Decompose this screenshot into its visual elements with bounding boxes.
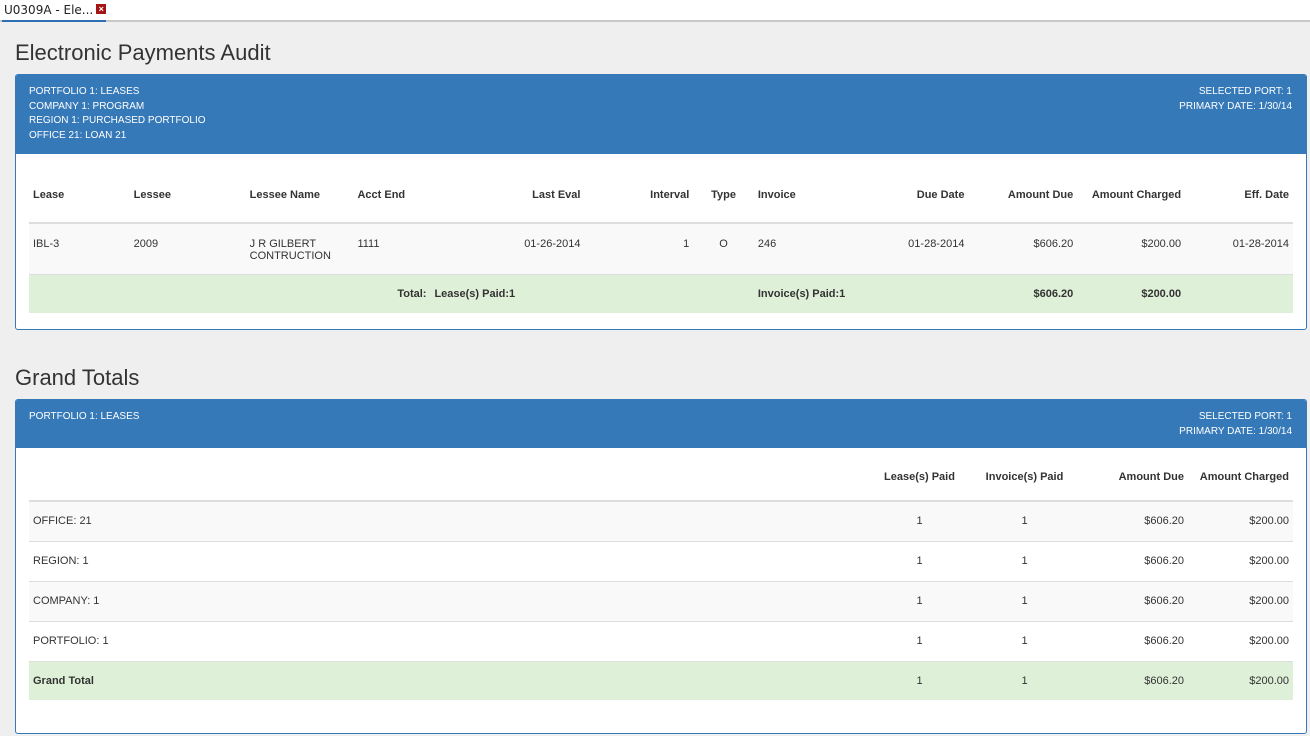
cell-leases-paid: 1: [867, 621, 972, 662]
audit-filter-info: PORTFOLIO 1: LEASES COMPANY 1: PROGRAM R…: [29, 85, 206, 154]
cell-due-date: 01-28-2014: [870, 223, 969, 275]
tab-label[interactable]: U0309A - Ele...: [2, 2, 93, 18]
grand-totals-panel: PORTFOLIO 1: LEASES SELECTED PORT: 1 PRI…: [15, 399, 1307, 734]
total-row: Total: Lease(s) Paid:1 Invoice(s) Paid:1…: [29, 274, 1293, 313]
region-label: REGION 1: PURCHASED PORTFOLIO: [29, 115, 206, 126]
audit-panel: PORTFOLIO 1: LEASES COMPANY 1: PROGRAM R…: [15, 74, 1307, 330]
audit-table: Lease Lessee Lessee Name Acct End Last E…: [29, 168, 1293, 313]
column-header-lease[interactable]: Lease: [29, 168, 130, 224]
cell-invoices-paid: 1: [972, 541, 1077, 582]
cell-amount-due: $606.20: [1077, 621, 1188, 662]
table-row[interactable]: IBL-3 2009 J R GILBERT CONTRUCTION 1111 …: [29, 223, 1293, 275]
total-amount-charged: $200.00: [1141, 287, 1182, 300]
grand-totals-header: PORTFOLIO 1: LEASES SELECTED PORT: 1 PRI…: [16, 400, 1306, 448]
column-header-amount-due[interactable]: Amount Due: [1077, 454, 1188, 502]
audit-panel-header: PORTFOLIO 1: LEASES COMPANY 1: PROGRAM R…: [16, 75, 1306, 154]
column-header-lessee[interactable]: Lessee: [129, 168, 246, 224]
table-row[interactable]: PORTFOLIO: 1 1 1 $606.20 $200.00: [29, 621, 1293, 662]
close-icon[interactable]: ×: [96, 4, 107, 14]
cell-amount-charged: $200.00: [1188, 621, 1293, 662]
total-label: Total:: [397, 287, 427, 300]
total-invoices-paid: Invoice(s) Paid:1: [757, 287, 846, 300]
cell-amount-charged: $200.00: [1188, 501, 1293, 542]
cell-acct-end: 1111: [353, 223, 431, 275]
cell-lessee-name: J R GILBERT CONTRUCTION: [245, 223, 354, 275]
cell-amount-charged: $200.00: [1077, 223, 1186, 275]
grand-filter-info: PORTFOLIO 1: LEASES: [29, 410, 139, 448]
total-amount-due: $606.20: [1033, 287, 1074, 300]
cell-leases-paid: 1: [867, 541, 972, 582]
column-header-amount-due[interactable]: Amount Due: [968, 168, 1078, 224]
selected-port-label: SELECTED PORT: 1: [1198, 86, 1292, 97]
column-header-eff-date[interactable]: Eff. Date: [1185, 168, 1293, 224]
cell-level: OFFICE: 21: [29, 501, 867, 542]
column-header-amount-charged[interactable]: Amount Charged: [1188, 454, 1293, 502]
column-header-interval[interactable]: Interval: [584, 168, 694, 224]
cell-leases-paid: 1: [867, 501, 972, 542]
grand-header-row: Lease(s) Paid Invoice(s) Paid Amount Due…: [29, 454, 1293, 502]
column-header-invoice[interactable]: Invoice: [753, 168, 871, 224]
company-label: COMPANY 1: PROGRAM: [29, 100, 145, 112]
office-label: OFFICE 21: LOAN 21: [29, 129, 127, 141]
grand-total-label: Grand Total: [33, 674, 94, 687]
cell-leases-paid: 1: [867, 581, 972, 622]
cell-amount-due: $606.20: [1077, 581, 1188, 622]
cell-invoices-paid: 1: [972, 621, 1077, 662]
column-header-leases-paid[interactable]: Lease(s) Paid: [867, 454, 972, 502]
column-header-lessee-name[interactable]: Lessee Name: [245, 168, 354, 224]
primary-date-label: PRIMARY DATE: 1/30/14: [1179, 100, 1292, 112]
grand-total-row: Grand Total 1 1 $606.20 $200.00: [29, 661, 1293, 700]
cell-amount-due: $606.20: [1077, 541, 1188, 582]
column-header-invoices-paid[interactable]: Invoice(s) Paid: [972, 454, 1077, 502]
column-header-acct-end[interactable]: Acct End: [353, 168, 431, 224]
column-header-amount-charged[interactable]: Amount Charged: [1077, 168, 1186, 224]
column-header-due-date[interactable]: Due Date: [870, 168, 969, 224]
portfolio-label: PORTFOLIO 1: LEASES: [29, 411, 140, 422]
cell-amount-due: $606.20: [1077, 501, 1188, 542]
grand-total-leases-paid: 1: [916, 674, 923, 687]
cell-invoices-paid: 1: [972, 581, 1077, 622]
cell-invoices-paid: 1: [972, 501, 1077, 542]
audit-header-row: Lease Lessee Lessee Name Acct End Last E…: [29, 168, 1293, 224]
cell-lease: IBL-3: [29, 223, 130, 275]
page-title: Electronic Payments Audit: [15, 40, 271, 65]
column-header-type[interactable]: Type: [693, 168, 754, 224]
cell-amount-due: $606.20: [968, 223, 1078, 275]
audit-selection-info: SELECTED PORT: 1 PRIMARY DATE: 1/30/14: [1179, 85, 1292, 154]
grand-total-invoices-paid: 1: [1021, 674, 1028, 687]
table-row[interactable]: OFFICE: 21 1 1 $606.20 $200.00: [29, 501, 1293, 542]
cell-interval: 1: [584, 223, 694, 275]
table-row[interactable]: REGION: 1 1 1 $606.20 $200.00: [29, 541, 1293, 582]
primary-date-label: PRIMARY DATE: 1/30/14: [1179, 425, 1292, 437]
column-header-last-eval[interactable]: Last Eval: [430, 168, 585, 224]
cell-type: O: [693, 223, 754, 275]
grand-selection-info: SELECTED PORT: 1 PRIMARY DATE: 1/30/14: [1179, 410, 1292, 448]
total-empty-cell: [1185, 274, 1293, 313]
grand-totals-title: Grand Totals: [15, 365, 140, 390]
column-header-level: [29, 454, 867, 502]
portfolio-label: PORTFOLIO 1: LEASES: [29, 86, 140, 97]
cell-level: REGION: 1: [29, 541, 867, 582]
selected-port-label: SELECTED PORT: 1: [1198, 411, 1292, 422]
grand-totals-table: Lease(s) Paid Invoice(s) Paid Amount Due…: [29, 454, 1293, 700]
cell-invoice: 246: [753, 223, 871, 275]
cell-level: COMPANY: 1: [29, 581, 867, 622]
cell-amount-charged: $200.00: [1188, 541, 1293, 582]
grand-total-amount-due: $606.20: [1144, 674, 1184, 687]
cell-last-eval: 01-26-2014: [430, 223, 585, 275]
cell-lessee: 2009: [129, 223, 246, 275]
cell-eff-date: 01-28-2014: [1185, 223, 1293, 275]
tab-report[interactable]: U0309A - Ele... ×: [2, 2, 107, 22]
cell-level: PORTFOLIO: 1: [29, 621, 867, 662]
total-leases-paid: Lease(s) Paid:1: [434, 287, 516, 300]
grand-total-amount-charged: $200.00: [1249, 674, 1289, 687]
cell-amount-charged: $200.00: [1188, 581, 1293, 622]
table-row[interactable]: COMPANY: 1 1 1 $606.20 $200.00: [29, 581, 1293, 622]
tab-bar: U0309A - Ele... ×: [0, 0, 1310, 22]
